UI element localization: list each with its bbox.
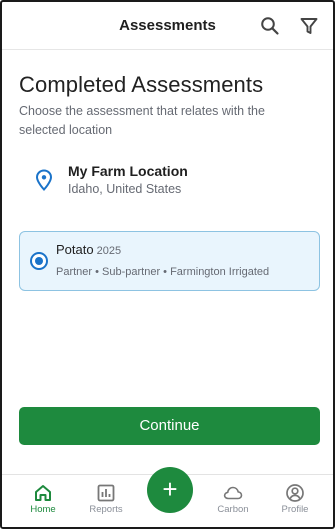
page-title: Assessments bbox=[119, 17, 216, 34]
selected-location: My Farm Location Idaho, United States bbox=[2, 160, 333, 204]
location-name: My Farm Location bbox=[68, 163, 188, 179]
app-screen: Assessments Completed Assessments Choose… bbox=[0, 0, 335, 529]
nav-label-reports: Reports bbox=[89, 504, 123, 515]
nav-label-home: Home bbox=[30, 504, 56, 515]
assessment-crop-label: Potato bbox=[56, 242, 94, 257]
profile-icon bbox=[286, 484, 304, 502]
continue-button[interactable]: Continue bbox=[19, 407, 320, 445]
assessment-radio-button[interactable] bbox=[30, 252, 48, 270]
top-app-bar: Assessments bbox=[2, 2, 333, 50]
section-title: Completed Assessments bbox=[19, 72, 264, 97]
cloud-icon bbox=[223, 486, 243, 500]
assessment-details: Partner • Sub-partner • Farmington Irrig… bbox=[56, 266, 270, 278]
assessment-year: 2025 bbox=[96, 245, 122, 257]
nav-item-profile[interactable]: Profile bbox=[265, 475, 325, 527]
map-pin-icon bbox=[35, 169, 53, 191]
section-subtitle: Choose the assessment that relates with … bbox=[19, 104, 265, 137]
nav-item-carbon[interactable]: Carbon bbox=[203, 475, 263, 527]
nav-item-home[interactable]: Home bbox=[13, 475, 73, 527]
nav-item-reports[interactable]: Reports bbox=[76, 475, 136, 527]
add-button[interactable]: + bbox=[147, 467, 193, 513]
nav-label-carbon: Carbon bbox=[217, 504, 249, 515]
search-icon[interactable] bbox=[260, 16, 280, 36]
assessment-option[interactable]: Potato 2025 Partner • Sub-partner • Farmi… bbox=[19, 231, 320, 291]
reports-icon bbox=[97, 484, 115, 502]
radio-selected-dot bbox=[35, 257, 43, 265]
assessment-crop: Potato 2025 bbox=[56, 242, 121, 257]
location-region: Idaho, United States bbox=[68, 182, 182, 196]
nav-label-profile: Profile bbox=[281, 504, 309, 515]
home-icon bbox=[35, 485, 51, 501]
filter-icon[interactable] bbox=[299, 16, 319, 36]
